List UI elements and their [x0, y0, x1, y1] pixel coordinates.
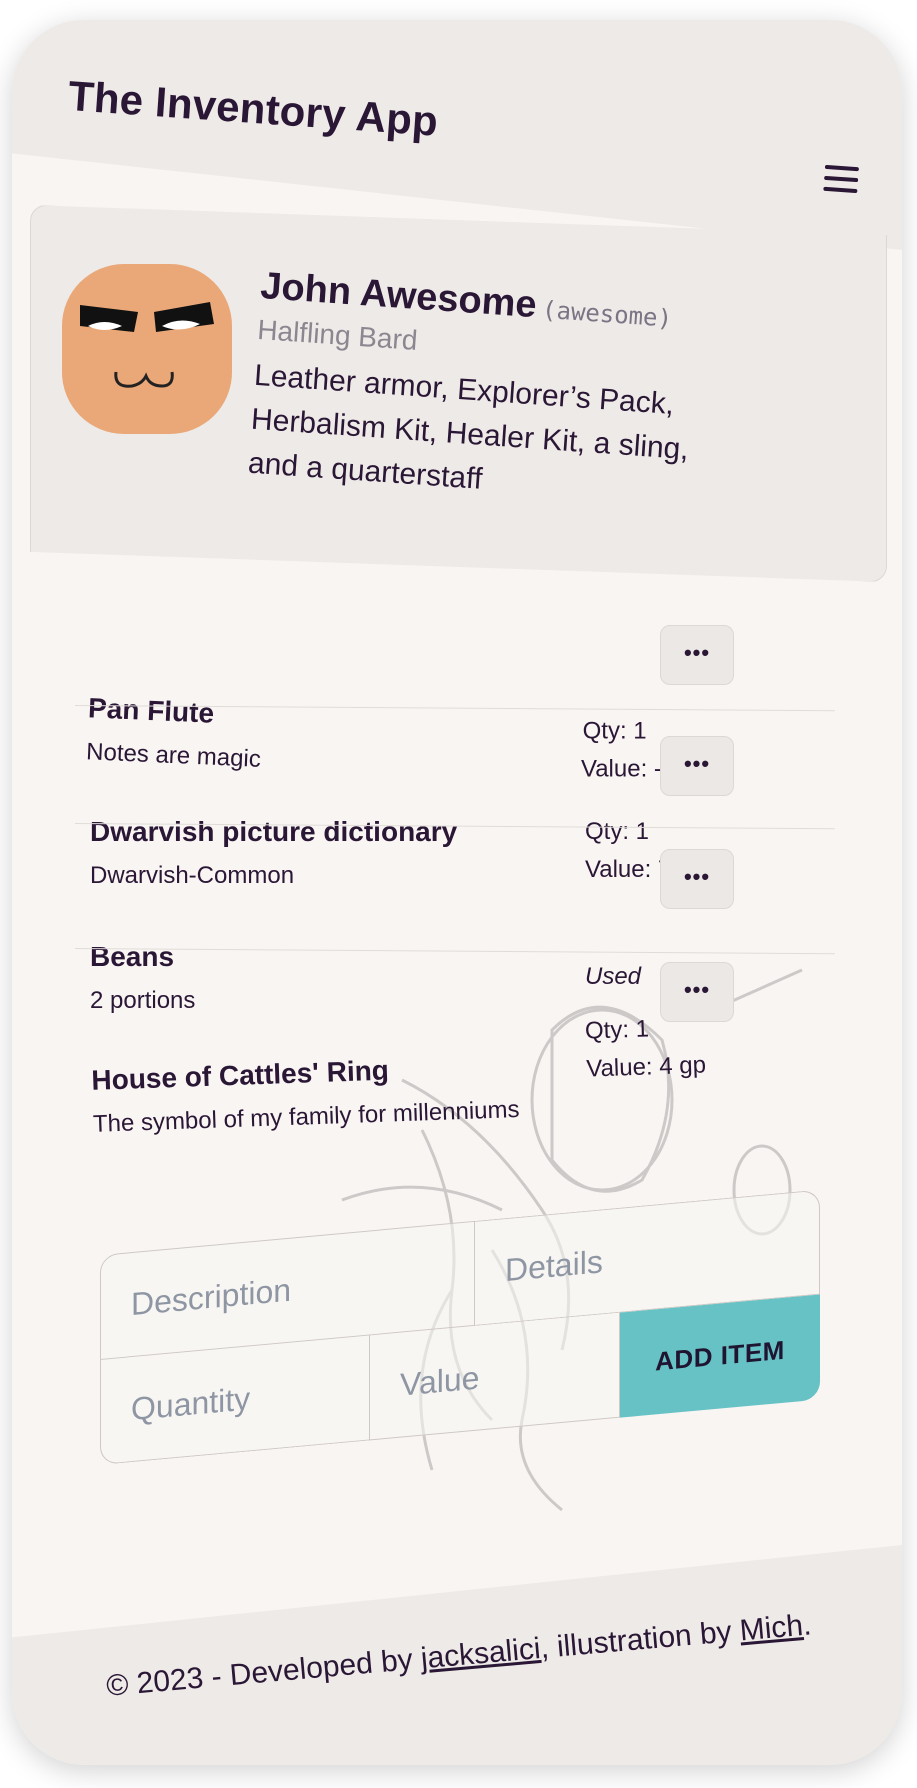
more-icon[interactable]: ••• [660, 625, 734, 685]
profile-info: John Awesome (awesome) Halfling Bard Leat… [247, 265, 721, 518]
item-details: 2 portions [90, 987, 196, 1014]
list-item: House of Cattles' Ring The symbol of my … [60, 962, 845, 1168]
character-handle: (awesome) [541, 295, 673, 333]
menu-icon[interactable] [823, 164, 860, 197]
item-details: The symbol of my family for millenniums [92, 1096, 520, 1138]
more-icon[interactable]: ••• [660, 736, 734, 796]
add-item-button[interactable]: ADD ITEM [620, 1294, 820, 1418]
item-qty: Qty: 1 [582, 717, 647, 745]
item-name: Pan Flute [87, 692, 215, 729]
item-status: Used [585, 963, 642, 990]
item-name: House of Cattles' Ring [90, 1054, 390, 1096]
item-value: Value: - [580, 755, 662, 783]
item-details: Dwarvish-Common [90, 862, 295, 889]
item-details: Notes are magic [85, 738, 262, 773]
item-value: Value: 4 gp [585, 1051, 707, 1083]
avatar-icon [62, 264, 232, 434]
more-icon[interactable]: ••• [660, 849, 734, 909]
value-input[interactable] [370, 1312, 619, 1440]
more-icon[interactable]: ••• [660, 962, 734, 1022]
item-qty: Qty: 1 [584, 1015, 650, 1045]
value-field[interactable] [370, 1312, 620, 1441]
item-qty: Qty: 1 [585, 818, 650, 845]
illustrator-link[interactable]: Mich [738, 1609, 804, 1647]
item-name: Dwarvish picture dictionary [90, 816, 458, 847]
item-name: Beans [90, 941, 175, 972]
